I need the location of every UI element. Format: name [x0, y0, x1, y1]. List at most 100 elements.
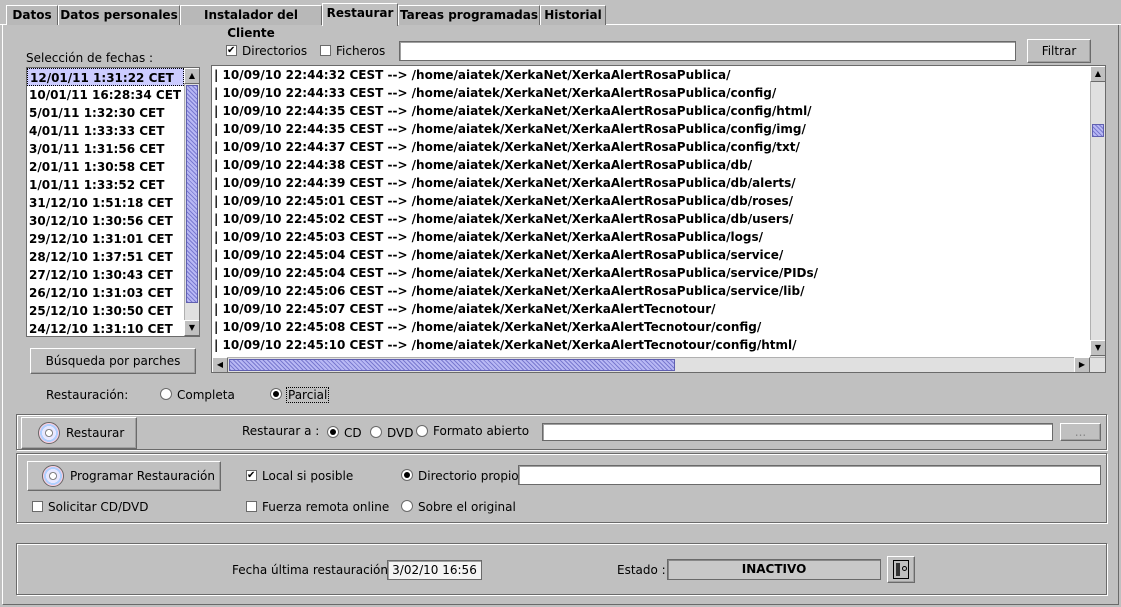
- file-row[interactable]: | 10/09/10 22:44:38 CEST --> /home/aiate…: [212, 156, 1090, 174]
- fuerza-remota-checkbox[interactable]: [246, 501, 257, 512]
- estado-device-button[interactable]: [887, 556, 915, 583]
- scroll-down-icon[interactable]: ▼: [184, 320, 199, 336]
- cd-icon: [42, 465, 64, 487]
- parcial-label: Parcial: [286, 387, 330, 403]
- file-row[interactable]: | 10/09/10 22:44:35 CEST --> /home/aiate…: [212, 120, 1090, 138]
- programar-restauracion-button[interactable]: Programar Restauración: [27, 461, 221, 491]
- dvd-label: DVD: [387, 426, 414, 440]
- fecha-item[interactable]: 27/12/10 1:30:43 CET: [27, 266, 184, 284]
- file-row[interactable]: | 10/09/10 22:44:33 CEST --> /home/aiate…: [212, 84, 1090, 102]
- fecha-item[interactable]: 1/01/11 1:33:52 CET: [27, 176, 184, 194]
- device-icon-slot: [896, 563, 900, 576]
- browse-button[interactable]: ...: [1060, 423, 1101, 441]
- filtrar-button[interactable]: Filtrar: [1027, 39, 1091, 63]
- ficheros-checkbox[interactable]: [320, 45, 331, 56]
- cd-icon: [38, 422, 60, 444]
- device-icon: [893, 560, 909, 579]
- fecha-item[interactable]: 26/12/10 1:31:03 CET: [27, 284, 184, 302]
- estado-label: Estado :: [617, 563, 666, 577]
- file-row[interactable]: | 10/09/10 22:45:02 CEST --> /home/aiate…: [212, 210, 1090, 228]
- restaurar-path-input[interactable]: [542, 423, 1053, 441]
- fechas-scroll-thumb[interactable]: [186, 85, 198, 303]
- fechas-items: 12/01/11 1:31:22 CET 10/01/11 16:28:34 CE…: [27, 68, 184, 336]
- estado-value: INACTIVO: [667, 559, 881, 580]
- sobre-original-label: Sobre el original: [418, 500, 516, 514]
- fecha-item[interactable]: 28/12/10 1:37:51 CET: [27, 248, 184, 266]
- cd-label: CD: [344, 426, 362, 440]
- restauracion-label: Restauración:: [46, 388, 129, 402]
- tab-instalador-cliente[interactable]: Instalador del Cliente: [180, 5, 322, 40]
- cd-radio[interactable]: [327, 426, 339, 438]
- tab-bar: Datos Datos personales Instalador del Cl…: [0, 0, 1121, 40]
- formato-abierto-label: Formato abierto: [433, 424, 530, 438]
- tab-historial[interactable]: Historial: [540, 5, 606, 25]
- file-row[interactable]: | 10/09/10 22:45:07 CEST --> /home/aiate…: [212, 300, 1090, 318]
- file-row[interactable]: | 10/09/10 22:45:04 CEST --> /home/aiate…: [212, 264, 1090, 282]
- fecha-item[interactable]: 12/01/11 1:31:22 CET: [27, 68, 184, 86]
- scroll-left-icon[interactable]: ◀: [212, 357, 228, 372]
- file-row[interactable]: | 10/09/10 22:45:08 CEST --> /home/aiate…: [212, 318, 1090, 336]
- files-hscroll-thumb[interactable]: [229, 359, 675, 371]
- filter-input[interactable]: [399, 41, 1016, 61]
- tab-datos[interactable]: Datos: [6, 5, 58, 25]
- parcial-radio[interactable]: [270, 388, 282, 400]
- fecha-item[interactable]: 10/01/11 16:28:34 CET: [27, 86, 184, 104]
- fuerza-remota-label: Fuerza remota online: [262, 500, 390, 514]
- file-row[interactable]: | 10/09/10 22:44:37 CEST --> /home/aiate…: [212, 138, 1090, 156]
- directorio-propio-label: Directorio propio: [418, 469, 519, 483]
- completa-label: Completa: [177, 388, 235, 402]
- programar-panel: Programar Restauración Local si posible …: [16, 453, 1107, 523]
- directorios-checkbox[interactable]: [226, 45, 237, 56]
- device-icon-knob: [902, 566, 907, 571]
- dvd-radio[interactable]: [370, 426, 382, 438]
- files-items: | 10/09/10 22:44:32 CEST --> /home/aiate…: [212, 66, 1090, 354]
- local-posible-checkbox[interactable]: [246, 470, 257, 481]
- fechas-list[interactable]: 12/01/11 1:31:22 CET 10/01/11 16:28:34 CE…: [26, 67, 200, 337]
- formato-abierto-radio[interactable]: [416, 425, 428, 437]
- fecha-item[interactable]: 4/01/11 1:33:33 CET: [27, 122, 184, 140]
- file-row[interactable]: | 10/09/10 22:44:35 CEST --> /home/aiate…: [212, 102, 1090, 120]
- scroll-up-icon[interactable]: ▲: [1090, 66, 1105, 82]
- status-panel: Fecha última restauración : 3/02/10 16:5…: [16, 543, 1107, 595]
- tab-datos-personales[interactable]: Datos personales: [58, 5, 180, 25]
- restaurar-panel: Restaurar Restaurar a : CD DVD Formato a…: [16, 414, 1107, 450]
- fecha-item[interactable]: 5/01/11 1:32:30 CET: [27, 104, 184, 122]
- fechas-scrollbar[interactable]: ▲ ▼: [184, 68, 199, 336]
- fecha-item[interactable]: 29/12/10 1:31:01 CET: [27, 230, 184, 248]
- file-row[interactable]: | 10/09/10 22:45:01 CEST --> /home/aiate…: [212, 192, 1090, 210]
- solicitar-cd-dvd-checkbox[interactable]: [32, 501, 43, 512]
- scroll-up-icon[interactable]: ▲: [184, 68, 199, 84]
- file-row[interactable]: | 10/09/10 22:44:32 CEST --> /home/aiate…: [212, 66, 1090, 84]
- local-posible-label: Local si posible: [262, 469, 354, 483]
- fecha-item[interactable]: 2/01/11 1:30:58 CET: [27, 158, 184, 176]
- scroll-right-icon[interactable]: ▶: [1074, 357, 1090, 372]
- files-hscrollbar[interactable]: ◀ ▶: [212, 357, 1105, 372]
- busqueda-parches-button[interactable]: Búsqueda por parches: [30, 348, 196, 374]
- file-row[interactable]: | 10/09/10 22:45:06 CEST --> /home/aiate…: [212, 282, 1090, 300]
- fecha-item[interactable]: 3/01/11 1:31:56 CET: [27, 140, 184, 158]
- fechas-label: Selección de fechas :: [26, 51, 154, 65]
- restaurar-button[interactable]: Restaurar: [21, 417, 137, 449]
- programar-button-label: Programar Restauración: [70, 469, 215, 483]
- tab-restaurar[interactable]: Restaurar: [322, 3, 398, 26]
- fecha-ultima-label: Fecha última restauración :: [232, 563, 396, 577]
- fecha-ultima-value: 3/02/10 16:56: [387, 560, 482, 580]
- fecha-item[interactable]: 30/12/10 1:30:56 CET: [27, 212, 184, 230]
- file-row[interactable]: | 10/09/10 22:45:10 CEST --> /home/aiate…: [212, 336, 1090, 354]
- directorio-propio-input[interactable]: [518, 465, 1101, 485]
- fecha-item[interactable]: 31/12/10 1:51:18 CET: [27, 194, 184, 212]
- file-row[interactable]: | 10/09/10 22:45:03 CEST --> /home/aiate…: [212, 228, 1090, 246]
- tab-tareas-programadas[interactable]: Tareas programadas: [398, 5, 540, 25]
- file-row[interactable]: | 10/09/10 22:45:04 CEST --> /home/aiate…: [212, 246, 1090, 264]
- ficheros-label: Ficheros: [336, 44, 386, 58]
- scroll-down-icon[interactable]: ▼: [1090, 340, 1105, 356]
- files-list[interactable]: | 10/09/10 22:44:32 CEST --> /home/aiate…: [211, 65, 1106, 373]
- file-row[interactable]: | 10/09/10 22:44:39 CEST --> /home/aiate…: [212, 174, 1090, 192]
- fecha-item[interactable]: 25/12/10 1:30:50 CET: [27, 302, 184, 320]
- files-vscrollbar[interactable]: ▲ ▼: [1090, 66, 1105, 357]
- fecha-item[interactable]: 24/12/10 1:31:10 CET: [27, 320, 184, 336]
- files-vscroll-thumb[interactable]: [1092, 124, 1104, 137]
- sobre-original-radio[interactable]: [401, 500, 413, 512]
- directorio-propio-radio[interactable]: [401, 469, 413, 481]
- completa-radio[interactable]: [160, 388, 172, 400]
